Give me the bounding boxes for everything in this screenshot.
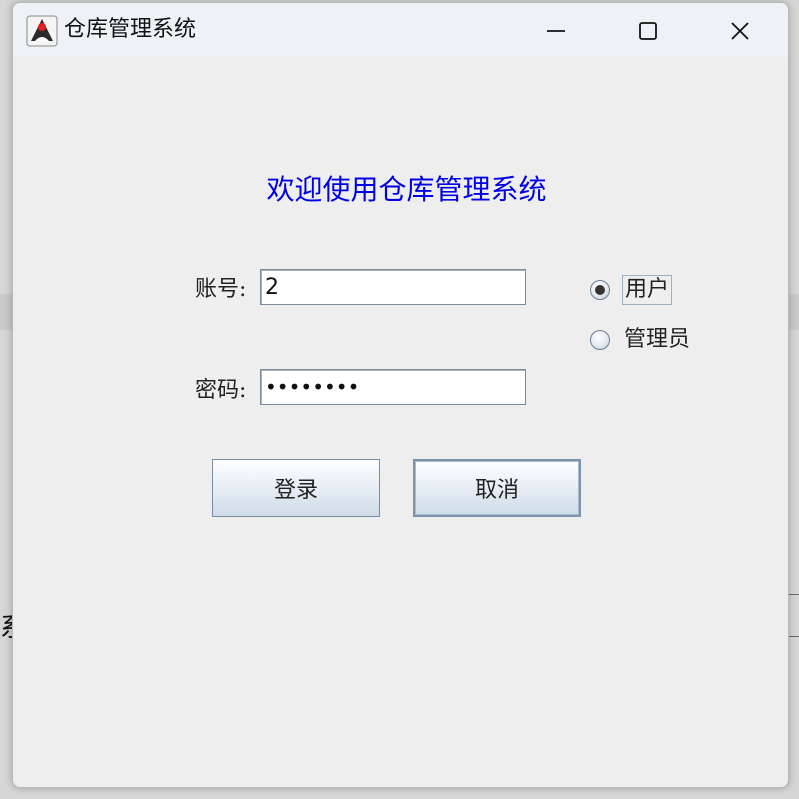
role-option-label: 用户 — [622, 275, 673, 305]
java-app-icon — [26, 15, 58, 47]
minimize-button[interactable] — [533, 13, 579, 49]
radio-admin[interactable] — [590, 330, 610, 350]
welcome-heading: 欢迎使用仓库管理系统 — [266, 173, 547, 206]
cancel-button[interactable]: 取消 — [413, 459, 581, 517]
close-button[interactable] — [717, 13, 763, 49]
close-icon — [731, 22, 749, 40]
account-label: 账号: — [195, 277, 247, 302]
account-input[interactable] — [260, 269, 526, 305]
login-button[interactable]: 登录 — [212, 459, 380, 517]
login-window: 仓库管理系统 欢迎使用仓库管理系统 账号: 密码: •••••••• 用户 管理… — [12, 2, 789, 788]
maximize-button[interactable] — [625, 13, 671, 49]
title-bar[interactable]: 仓库管理系统 — [13, 3, 788, 57]
role-option-label: 管理员 — [624, 327, 691, 352]
background-partial-text: 系 — [0, 610, 12, 646]
password-label: 密码: — [195, 378, 247, 403]
password-input[interactable]: •••••••• — [260, 369, 526, 405]
radio-user[interactable] — [590, 280, 610, 300]
radio-selected-dot — [595, 285, 605, 295]
minimize-icon — [547, 30, 565, 32]
maximize-icon — [639, 22, 657, 40]
role-option-user[interactable]: 用户 — [590, 275, 673, 305]
role-option-admin[interactable]: 管理员 — [590, 326, 692, 354]
window-title: 仓库管理系统 — [64, 17, 197, 42]
